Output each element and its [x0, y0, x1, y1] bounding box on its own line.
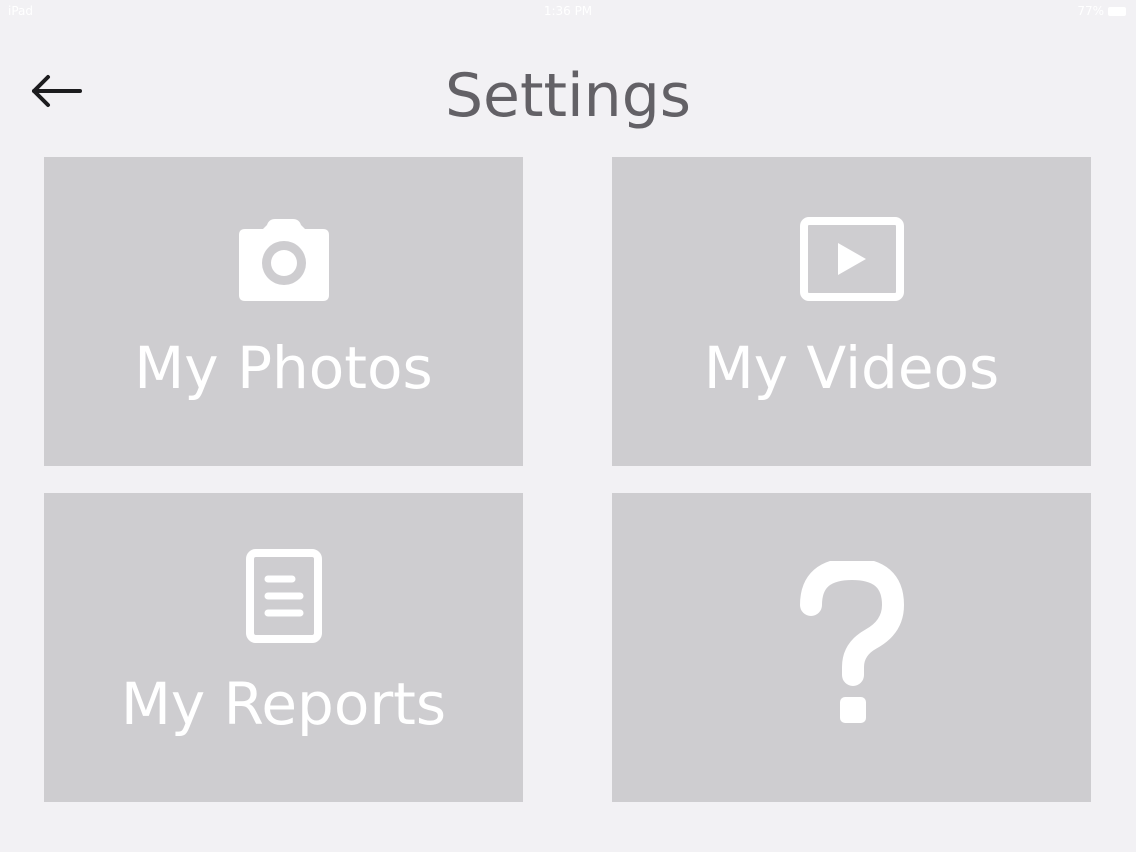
my-photos-label: My Photos: [134, 334, 433, 402]
my-photos-tile[interactable]: My Photos: [44, 157, 523, 466]
my-reports-tile[interactable]: My Reports: [44, 493, 523, 802]
battery-icon: [1108, 6, 1126, 16]
document-icon: [44, 549, 523, 643]
status-time: 1:36 PM: [543, 4, 593, 18]
status-battery-percent: 77%: [1077, 4, 1104, 18]
my-reports-label: My Reports: [120, 670, 447, 738]
help-tile[interactable]: [612, 493, 1091, 802]
my-videos-label: My Videos: [703, 334, 1000, 402]
my-videos-tile[interactable]: My Videos: [612, 157, 1091, 466]
video-play-icon: [612, 217, 1091, 301]
camera-icon: [44, 217, 523, 301]
question-mark-icon: [612, 561, 1091, 725]
status-battery-group: 77%: [1077, 4, 1126, 18]
page-title: Settings: [444, 61, 692, 131]
status-bar: iPad 1:36 PM 77%: [0, 0, 1136, 24]
